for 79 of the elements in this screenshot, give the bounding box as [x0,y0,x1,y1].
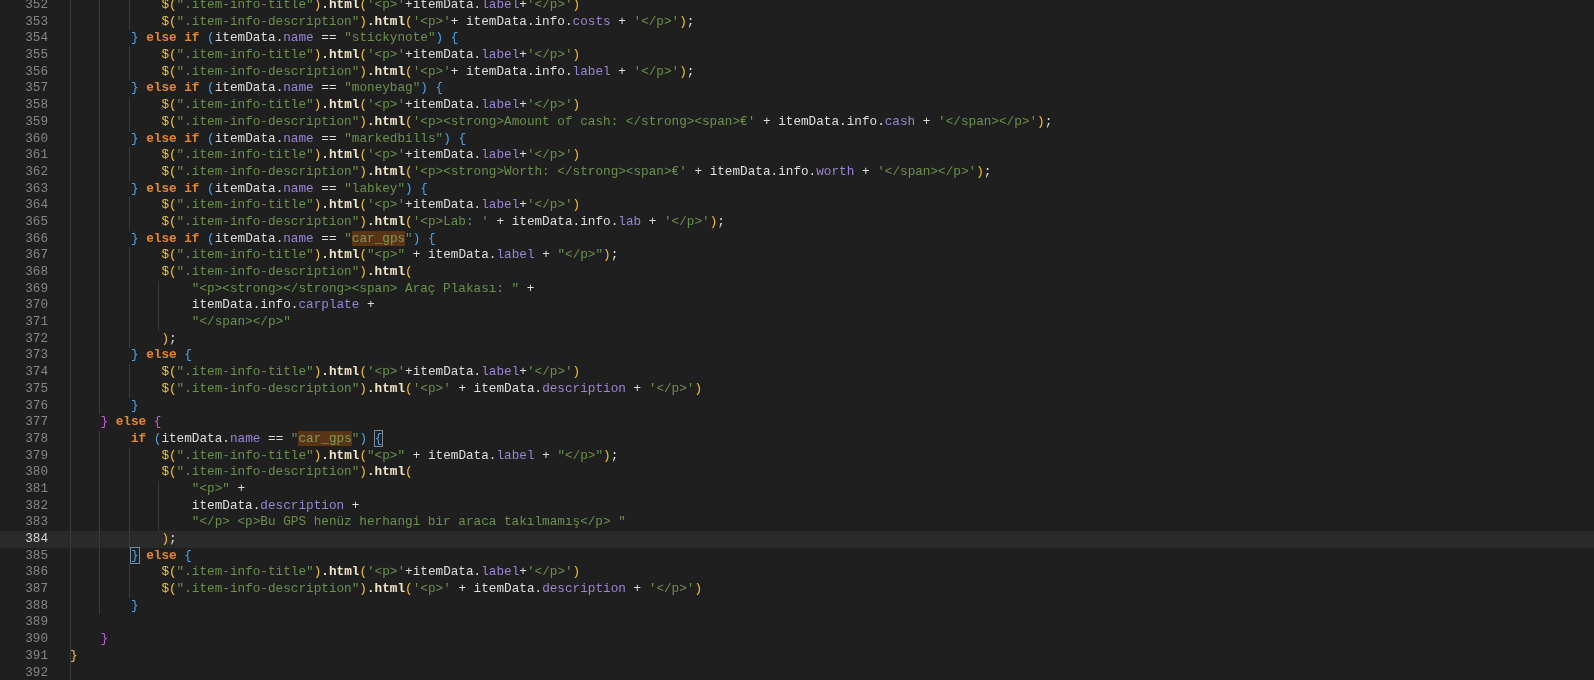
line-number: 353 [24,13,48,31]
code-line: $(".item-info-title").html('<p>'+itemData.label+'</p>') [160,47,581,64]
line-number: 367 [24,247,48,264]
line-number: 358 [24,97,48,114]
line-number: 388 [24,597,48,615]
code-line: } else { [129,347,192,365]
code-line: } [129,597,139,615]
line-number: 374 [24,364,48,381]
code-line: "<p>" + [190,480,246,498]
line-number: 366 [24,230,48,248]
line-number: 375 [24,380,48,398]
line-number: 352 [24,0,48,14]
line-number: 355 [24,47,48,64]
code-line: } else if (itemData.name == "moneybag") { [129,80,444,98]
line-number: 385 [24,547,48,565]
line-number: 391 [24,647,48,665]
code-line: $(".item-info-description").html('<p><strong>Worth: </strong><span>€' + itemData.info.worth + '</span></p>'); [160,163,992,181]
code-line: $(".item-info-title").html('<p>'+itemData.label+'</p>') [160,564,581,582]
code-line: $(".item-info-description").html('<p>Lab: ' + itemData.info.lab + '</p>'); [160,213,725,231]
code-line: } [129,397,139,415]
line-number: 386 [24,564,48,582]
line-number: 379 [24,447,48,465]
line-number: 378 [24,430,48,448]
code-line: $(".item-info-title").html('<p>'+itemData.label+'</p>') [160,97,581,114]
line-number: 376 [24,397,48,415]
code-line: "</p> <p>Bu GPS henüz herhangi bir araca takılmamış</p> " [190,514,626,531]
line-number: 365 [24,213,48,231]
line-number: 368 [24,264,48,281]
code-line: $(".item-info-description").html('<p>'+ itemData.info.costs + '</p>'); [160,13,695,31]
line-number: 360 [24,130,48,148]
line-number: 356 [24,63,48,81]
line-number: 363 [24,180,48,198]
line-number: 370 [24,297,48,315]
code-line: $(".item-info-description").html( [160,464,413,481]
line-number: 380 [24,464,48,481]
code-line: } [70,647,78,665]
line-number: 390 [24,631,48,648]
line-number: 377 [24,414,48,431]
code-line: $(".item-info-description").html( [160,264,413,281]
line-number: 354 [24,30,48,48]
code-line: } else if (itemData.name == "stickynote") { [129,30,459,48]
code-line: $(".item-info-description").html('<p>'+ itemData.info.label + '</p>'); [160,63,695,81]
line-number: 387 [24,581,48,598]
line-number: 383 [24,514,48,531]
code-line: ); [160,330,177,348]
code-line: } [99,631,109,648]
line-number: 362 [24,163,48,181]
code-line: $(".item-info-title").html('<p>'+itemData.label+'</p>') [160,197,581,214]
code-line: $(".item-info-title").html("<p>" + itemData.label + "</p>"); [160,247,619,264]
line-number: 364 [24,197,48,214]
code-line: $(".item-info-description").html('<p>' + itemData.description + '</p>') [160,581,703,598]
line-number: 371 [24,314,48,331]
code-line: $(".item-info-description").html('<p><strong>Amount of cash: </strong><span>€' + itemData.info.cash + '</span></p>'); [160,113,1053,131]
code-line: } else if (itemData.name == "labkey") { [129,180,428,198]
code-line: $(".item-info-title").html('<p>'+itemData.label+'</p>') [160,364,581,381]
line-number: 357 [24,80,48,98]
code-line: $(".item-info-title").html("<p>" + itemData.label + "</p>"); [160,447,619,465]
code-line: } else { [99,414,162,431]
line-number: 392 [24,664,48,680]
line-number: 381 [24,480,48,498]
line-number: 382 [24,497,48,515]
code-line: ); [160,531,177,548]
line-number: 372 [24,330,48,348]
line-number: 384 [24,531,48,548]
line-number: 361 [24,147,48,164]
line-number: 369 [24,280,48,298]
code-line: } else if (itemData.name == "car_gps") { [129,230,436,248]
code-line: "<p><strong></strong><span> Araç Plakası: " + [190,280,535,298]
line-number: 373 [24,347,48,365]
line-number: 359 [24,113,48,131]
code-line: if (itemData.name == "car_gps") { [129,430,383,448]
code-line: $(".item-info-title").html('<p>'+itemData.label+'</p>') [160,147,581,164]
code-line: } else { [129,547,192,565]
code-line: } else if (itemData.name == "markedbills") { [129,130,466,148]
line-number: 389 [24,614,48,632]
code-line: itemData.info.carplate + [190,297,375,315]
code-line: "</span></p>" [190,314,291,331]
code-line: $(".item-info-description").html('<p>' + itemData.description + '</p>') [160,380,703,398]
code-line: itemData.description + [190,497,360,515]
